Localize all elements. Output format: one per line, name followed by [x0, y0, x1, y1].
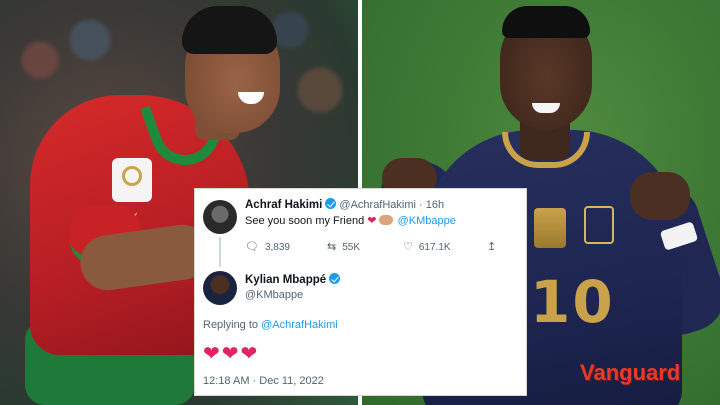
reply-header: Kylian Mbappé [245, 273, 341, 286]
like-icon: ♡ [403, 241, 413, 253]
fifa-badge [534, 208, 566, 248]
right-fist [630, 172, 690, 220]
tweet-author-handle[interactable]: @AchrafHakimi [339, 199, 416, 211]
handshake-icon [378, 215, 393, 225]
patch-emblem [122, 166, 142, 186]
replying-to-prefix: Replying to [203, 319, 259, 331]
heart-icon: ❤ [367, 215, 377, 227]
replying-to-handle[interactable]: @AchrafHakimi [261, 319, 338, 331]
tweet-time[interactable]: 16h [426, 199, 444, 211]
tweet-card: Achraf Hakimi @AchrafHakimi · 16h See yo… [194, 188, 527, 396]
player-hair [502, 6, 590, 38]
retweet-action[interactable]: ⇆ 55K [327, 240, 360, 253]
vanguard-watermark: Vanguard [580, 360, 681, 385]
retweet-icon: ⇆ [327, 241, 337, 253]
reply-author-name[interactable]: Kylian Mbappé [245, 274, 326, 286]
thread-line [219, 237, 221, 267]
like-count: 617.1K [418, 242, 451, 253]
tweet-body: See you soon my Friend ❤ @KMbappe [245, 214, 456, 227]
tweet-mention[interactable]: @KMbappe [398, 215, 456, 227]
share-icon: ↥ [487, 241, 497, 253]
tweet-dot: · [419, 199, 423, 211]
player-hair [182, 6, 277, 54]
retweet-count: 55K [342, 242, 361, 253]
reply-count: 3,839 [264, 242, 290, 253]
jersey-number: 10 [530, 268, 615, 336]
reply-author-handle[interactable]: @KMbappe [245, 289, 303, 301]
reply-timestamp[interactable]: 12:18 AM · Dec 11, 2022 [203, 375, 324, 387]
reply-icon: 🗨︎ [245, 241, 259, 253]
reply-action[interactable]: 🗨︎ 3,839 [245, 240, 290, 253]
avatar-hakimi[interactable] [203, 200, 237, 234]
reply-hearts: ❤❤❤ [203, 343, 260, 365]
share-action[interactable]: ↥ [487, 240, 502, 253]
verified-badge-icon [329, 273, 341, 284]
tweet-author-name[interactable]: Achraf Hakimi [245, 199, 322, 211]
replying-to-line: Replying to @AchrafHakimi [203, 319, 338, 331]
france-crest [584, 206, 614, 244]
avatar-mbappe[interactable] [203, 271, 237, 305]
like-action[interactable]: ♡ 617.1K [403, 240, 451, 253]
tweet-text: See you soon my Friend [245, 215, 365, 227]
tweet-actions: 🗨︎ 3,839 ⇆ 55K ♡ 617.1K ↥ [245, 240, 515, 254]
tweet-header: Achraf Hakimi @AchrafHakimi · 16h [245, 198, 444, 211]
verified-badge-icon [325, 198, 337, 209]
